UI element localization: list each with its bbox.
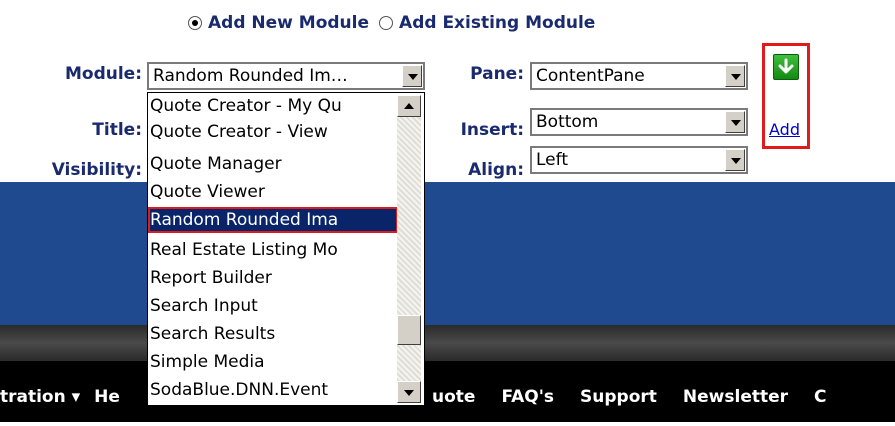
align-label: Align: (468, 160, 524, 180)
module-label: Module: (64, 64, 142, 84)
nav-item-support[interactable]: Support (580, 387, 657, 407)
chevron-down-icon[interactable] (725, 65, 745, 87)
chevron-down-icon[interactable] (725, 149, 745, 171)
nav-items-right: uote FAQ's Support Newsletter C (432, 383, 853, 411)
scroll-down-icon[interactable] (397, 381, 421, 403)
add-module-group: Add (762, 43, 810, 149)
add-existing-module-label[interactable]: Add Existing Module (399, 13, 595, 33)
insert-select[interactable]: Bottom (530, 108, 748, 136)
nav-item-faqs[interactable]: FAQ's (501, 387, 554, 407)
list-item[interactable]: Search Results (150, 323, 396, 345)
scroll-thumb[interactable] (397, 315, 421, 345)
list-item[interactable]: Quote Viewer (150, 181, 396, 203)
pane-select-value: ContentPane (536, 66, 645, 86)
add-module-button[interactable] (773, 54, 799, 80)
arrow-down-icon (778, 58, 794, 74)
module-dropdown-list[interactable]: Quote Creator - My Qu Quote Creator - Vi… (147, 92, 425, 406)
nav-item-home[interactable]: He (94, 387, 120, 407)
module-select-value: Random Rounded Im… (153, 66, 348, 86)
nav-items: tration ▾ He (0, 383, 146, 411)
list-item[interactable]: Quote Manager (150, 153, 396, 175)
nav-item-quote[interactable]: uote (432, 387, 475, 407)
add-link[interactable]: Add (769, 120, 800, 139)
align-select-value: Left (536, 150, 568, 170)
header-banner (0, 182, 895, 325)
nav-gradient (0, 325, 895, 361)
module-select[interactable]: Random Rounded Im… (147, 62, 425, 90)
list-item[interactable]: Search Input (150, 295, 396, 317)
add-existing-module-radio[interactable] (379, 16, 394, 30)
nav-item-newsletter[interactable]: Newsletter (683, 387, 788, 407)
visibility-label: Visibility: (51, 160, 142, 180)
align-select[interactable]: Left (530, 146, 748, 174)
main-nav-bar: tration ▾ He uote FAQ's Support Newslett… (0, 325, 895, 422)
add-new-module-label[interactable]: Add New Module (208, 13, 369, 33)
dropdown-scrollbar[interactable] (397, 95, 421, 403)
pane-label: Pane: (470, 64, 524, 84)
list-item[interactable]: Quote Creator - My Qu (150, 95, 396, 117)
scroll-up-icon[interactable] (397, 95, 421, 117)
list-item[interactable]: Quote Creator - View (150, 121, 396, 143)
nav-item-administration[interactable]: tration ▾ (0, 387, 80, 407)
list-item[interactable]: Simple Media (150, 351, 396, 373)
title-label: Title: (92, 120, 142, 140)
list-item[interactable]: Report Builder (150, 267, 396, 289)
list-item-selected[interactable]: Random Rounded Ima (148, 207, 398, 233)
list-item[interactable]: SodaBlue.DNN.Event (150, 379, 396, 401)
insert-select-value: Bottom (536, 112, 599, 132)
insert-label: Insert: (460, 120, 524, 140)
module-mode-radio-group: Add New Module Add Existing Module (188, 10, 595, 36)
chevron-down-icon[interactable] (402, 65, 422, 87)
chevron-down-icon[interactable] (725, 111, 745, 133)
pane-select[interactable]: ContentPane (530, 62, 748, 90)
nav-item-more[interactable]: C (814, 387, 826, 407)
list-item[interactable]: Real Estate Listing Mo (150, 239, 396, 261)
add-new-module-radio[interactable] (188, 16, 202, 30)
